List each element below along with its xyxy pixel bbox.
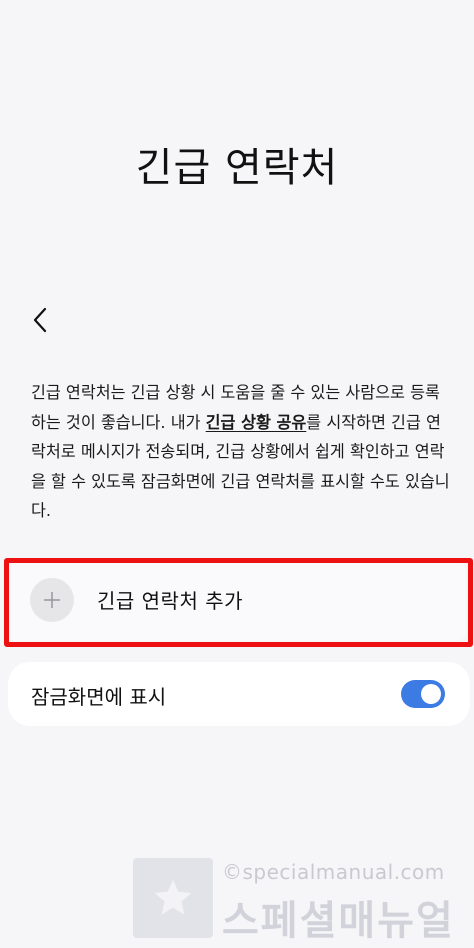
chevron-left-icon [33,307,47,333]
star-shape [154,879,192,915]
watermark-url: ©specialmanual.com [222,860,445,884]
back-button[interactable] [22,298,58,342]
description-text: 긴급 연락처는 긴급 상황 시 도움을 줄 수 있는 사람으로 등록하는 것이 … [31,378,451,526]
emergency-sharing-link[interactable]: 긴급 상황 공유 [206,413,307,432]
lock-screen-label: 잠금화면에 표시 [31,685,167,709]
add-contact-icon-circle[interactable] [30,578,74,622]
watermark-name: 스페셜매뉴얼 [222,898,455,944]
add-contact-label: 긴급 연락처 추가 [97,589,244,613]
page-title: 긴급 연락처 [135,145,339,191]
lock-screen-setting-row[interactable]: 잠금화면에 표시 [8,662,470,726]
lock-screen-toggle[interactable] [401,680,445,708]
star-icon [133,858,213,938]
toggle-knob [421,684,441,704]
emergency-contacts-screen: 긴급 연락처 긴급 연락처는 긴급 상황 시 도움을 줄 수 있는 사람으로 등… [0,0,474,948]
plus-icon [44,592,60,608]
